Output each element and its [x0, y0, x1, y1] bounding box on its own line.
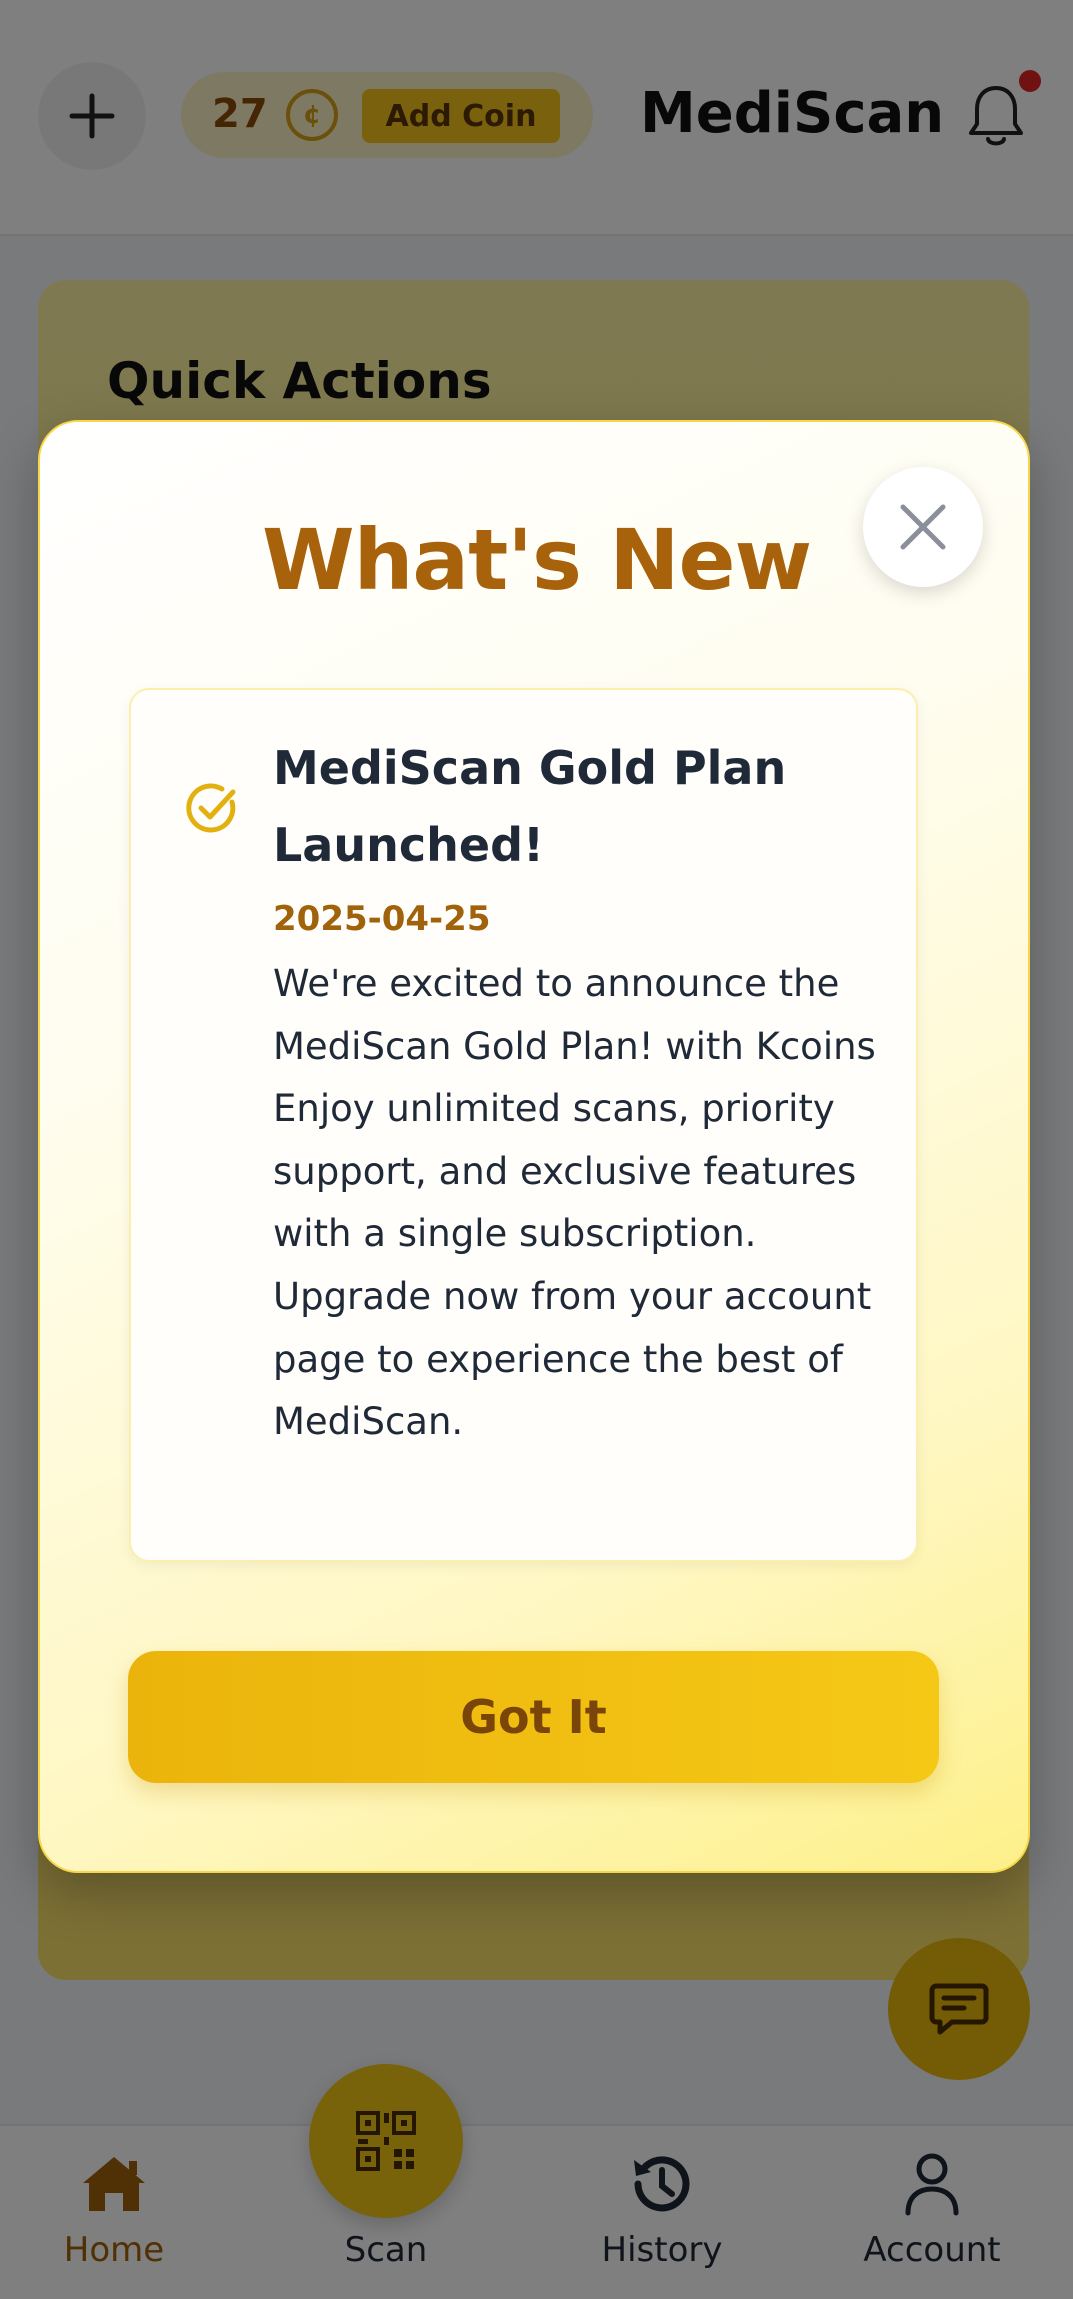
check-circle-icon	[186, 783, 236, 833]
close-icon	[900, 504, 946, 550]
news-title: MediScan Gold Plan Launched!	[273, 741, 787, 872]
got-it-button[interactable]: Got It	[128, 1651, 939, 1783]
close-button[interactable]	[863, 467, 983, 587]
news-date: 2025-04-25	[273, 899, 491, 939]
news-body: We're excited to announce the MediScan G…	[273, 962, 876, 1444]
